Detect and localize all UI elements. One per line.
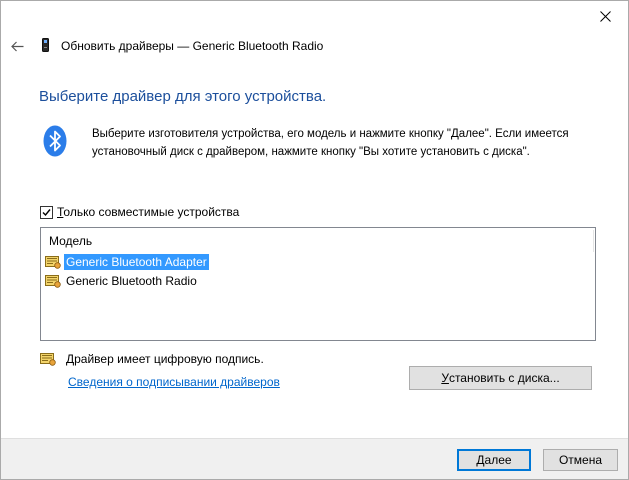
driver-icon bbox=[45, 275, 61, 288]
next-button-label: алее bbox=[484, 453, 512, 467]
page-heading: Выберите драйвер для этого устройства. bbox=[39, 88, 327, 105]
update-drivers-window: Обновить драйверы — Generic Bluetooth Ra… bbox=[0, 0, 629, 480]
list-item-label: Generic Bluetooth Radio bbox=[66, 274, 197, 288]
instructions-text: Выберите изготовителя устройства, его мо… bbox=[92, 125, 602, 161]
signature-status-text: Драйвер имеет цифровую подпись. bbox=[66, 352, 264, 366]
model-column-header: Модель bbox=[49, 234, 93, 248]
cancel-button[interactable]: Отмена bbox=[543, 449, 618, 471]
driver-icon bbox=[45, 256, 61, 269]
column-divider bbox=[593, 230, 594, 252]
back-button[interactable] bbox=[8, 37, 26, 55]
instructions-line-2: установочный диск с драйвером, нажмите к… bbox=[92, 146, 530, 158]
model-list-header[interactable]: Модель bbox=[41, 228, 595, 252]
list-item-label: Generic Bluetooth Adapter bbox=[64, 254, 209, 270]
wizard-header: Обновить драйверы — Generic Bluetooth Ra… bbox=[1, 33, 628, 59]
model-list[interactable]: Модель Generic Bluetooth Adapter Generic bbox=[40, 227, 596, 341]
close-button[interactable] bbox=[582, 1, 628, 31]
instructions-line-1: Выберите изготовителя устройства, его мо… bbox=[92, 128, 569, 140]
compatible-devices-label[interactable]: Только совместимые устройства bbox=[57, 205, 239, 219]
compatible-devices-checkbox-row[interactable]: Только совместимые устройства bbox=[40, 205, 239, 219]
signed-driver-icon bbox=[40, 353, 56, 366]
back-arrow-icon bbox=[10, 41, 23, 51]
list-item[interactable]: Generic Bluetooth Radio bbox=[45, 272, 199, 290]
list-item[interactable]: Generic Bluetooth Adapter bbox=[45, 253, 209, 271]
wizard-footer: Далее Отмена bbox=[1, 438, 628, 479]
bluetooth-device-icon bbox=[42, 38, 49, 52]
window-title: Обновить драйверы — Generic Bluetooth Ra… bbox=[61, 39, 324, 53]
compatible-devices-checkbox[interactable] bbox=[40, 205, 53, 219]
next-button[interactable]: Далее bbox=[457, 449, 531, 471]
driver-signing-link[interactable]: Сведения о подписывании драйверов bbox=[68, 375, 280, 389]
install-button-label: становить с диска... bbox=[448, 371, 560, 385]
checkmark-icon bbox=[42, 208, 51, 216]
install-button-accel: У bbox=[441, 371, 449, 385]
signature-row: Драйвер имеет цифровую подпись. bbox=[40, 352, 264, 366]
compatible-devices-label-rest: олько совместимые устройства bbox=[63, 205, 240, 219]
close-icon bbox=[599, 10, 611, 22]
next-button-accel: Д bbox=[476, 453, 485, 467]
bluetooth-icon bbox=[43, 125, 67, 157]
install-from-disk-button[interactable]: Установить с диска... bbox=[409, 366, 592, 390]
